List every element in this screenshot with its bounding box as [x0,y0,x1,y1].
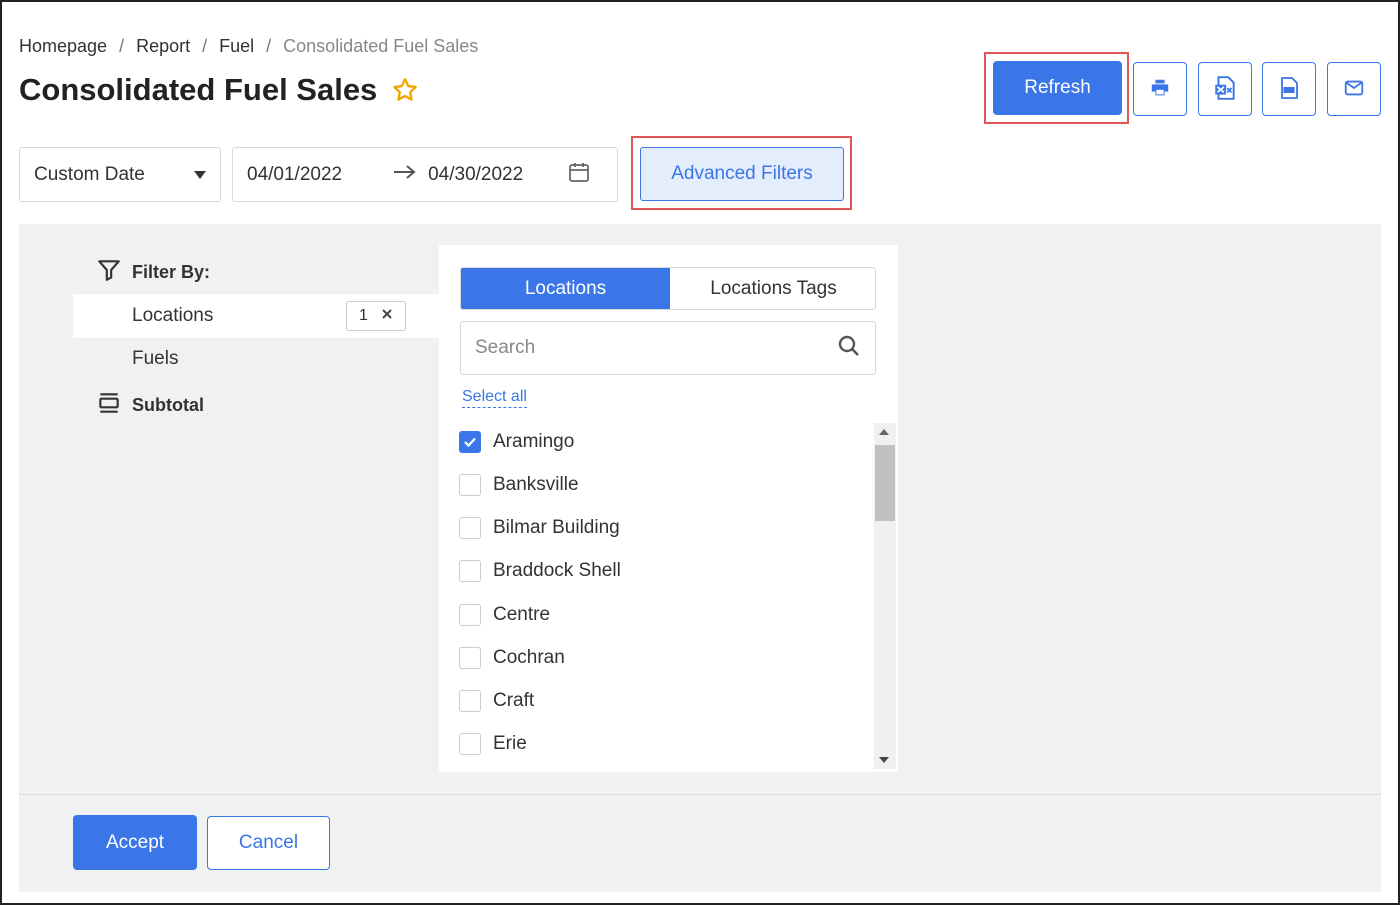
list-item-label: Craft [493,690,535,711]
search-icon[interactable] [837,334,861,363]
list-item[interactable]: Bilmar Building [459,513,620,543]
list-item-label: Braddock Shell [493,560,621,581]
filter-item-locations[interactable]: Locations 1 [73,294,439,338]
search-box [460,321,876,375]
checkbox[interactable] [459,647,481,669]
list-item-label: Cochran [493,647,565,668]
list-item[interactable]: Erie [459,729,527,759]
breadcrumb-homepage[interactable]: Homepage [19,36,107,57]
caret-down-icon [194,170,206,179]
arrow-right-icon [392,163,418,187]
filter-by-heading: Filter By: [96,257,210,288]
checkbox[interactable] [459,733,481,755]
scroll-down-icon[interactable] [879,757,889,763]
list-item-label: Aramingo [493,431,575,452]
breadcrumb-separator: / [119,36,125,56]
email-icon [1343,77,1365,102]
list-item[interactable]: Cochran [459,643,565,673]
list-item-label: Bilmar Building [493,517,620,538]
date-range-picker[interactable]: 04/01/2022 04/30/2022 [232,147,618,202]
scrollbar-thumb[interactable] [875,445,895,521]
star-icon[interactable] [391,76,419,104]
accept-button[interactable]: Accept [73,815,197,870]
list-item-label: Banksville [493,474,579,495]
breadcrumb-separator: / [202,36,208,56]
date-mode-value: Custom Date [34,163,145,185]
list-item-label: Centre [493,604,551,625]
locations-tabs: Locations Locations Tags [460,267,876,310]
list-item[interactable]: Braddock Shell [459,556,621,586]
calendar-icon[interactable] [567,160,591,190]
advanced-filters-button[interactable]: Advanced Filters [640,147,844,201]
filter-by-label: Filter By: [132,262,211,282]
checkbox[interactable] [459,690,481,712]
locations-count: 1 [359,307,368,324]
list-item[interactable]: Aramingo [459,427,574,457]
select-all-link[interactable]: Select all [462,388,527,408]
tab-locations[interactable]: Locations [461,268,670,309]
scrollbar[interactable] [874,423,896,769]
breadcrumb-report[interactable]: Report [136,36,190,57]
date-mode-select[interactable]: Custom Date [19,147,221,202]
breadcrumb-fuel[interactable]: Fuel [219,36,254,57]
page-title-row: Consolidated Fuel Sales [19,72,419,108]
clear-icon[interactable] [381,307,393,325]
list-item[interactable]: Craft [459,686,534,716]
checkbox[interactable] [459,474,481,496]
checkbox[interactable] [459,431,481,453]
breadcrumb: Homepage / Report / Fuel / Consolidated … [19,36,478,57]
email-button[interactable] [1327,62,1381,116]
list-item[interactable]: Centre [459,600,550,630]
subtotal-icon [96,390,122,421]
checkbox[interactable] [459,560,481,582]
list-item-label: Erie [493,733,527,754]
breadcrumb-current: Consolidated Fuel Sales [283,36,479,56]
subtotal-label: Subtotal [132,395,204,415]
list-item[interactable]: Banksville [459,470,579,500]
cancel-button[interactable]: Cancel [207,816,330,870]
check-icon [464,437,476,448]
page-title: Consolidated Fuel Sales [19,72,378,107]
tab-locations-tags[interactable]: Locations Tags [670,268,875,309]
end-date[interactable]: 04/30/2022 [428,164,523,186]
locations-count-badge: 1 [346,301,406,331]
pdf-icon [1277,76,1301,103]
checkbox[interactable] [459,604,481,626]
excel-export-button[interactable] [1198,62,1252,116]
breadcrumb-separator: / [266,36,272,56]
search-input[interactable] [475,337,837,359]
subtotal-heading[interactable]: Subtotal [96,390,204,421]
print-icon [1149,77,1171,102]
pdf-export-button[interactable] [1262,62,1316,116]
scroll-up-icon[interactable] [879,429,889,435]
filter-item-locations-label: Locations [132,305,214,326]
refresh-button[interactable]: Refresh [993,61,1122,115]
excel-icon [1212,75,1238,104]
filter-icon [96,257,122,288]
checkbox[interactable] [459,517,481,539]
start-date[interactable]: 04/01/2022 [247,164,342,186]
print-button[interactable] [1133,62,1187,116]
filter-item-fuels[interactable]: Fuels [132,348,178,370]
